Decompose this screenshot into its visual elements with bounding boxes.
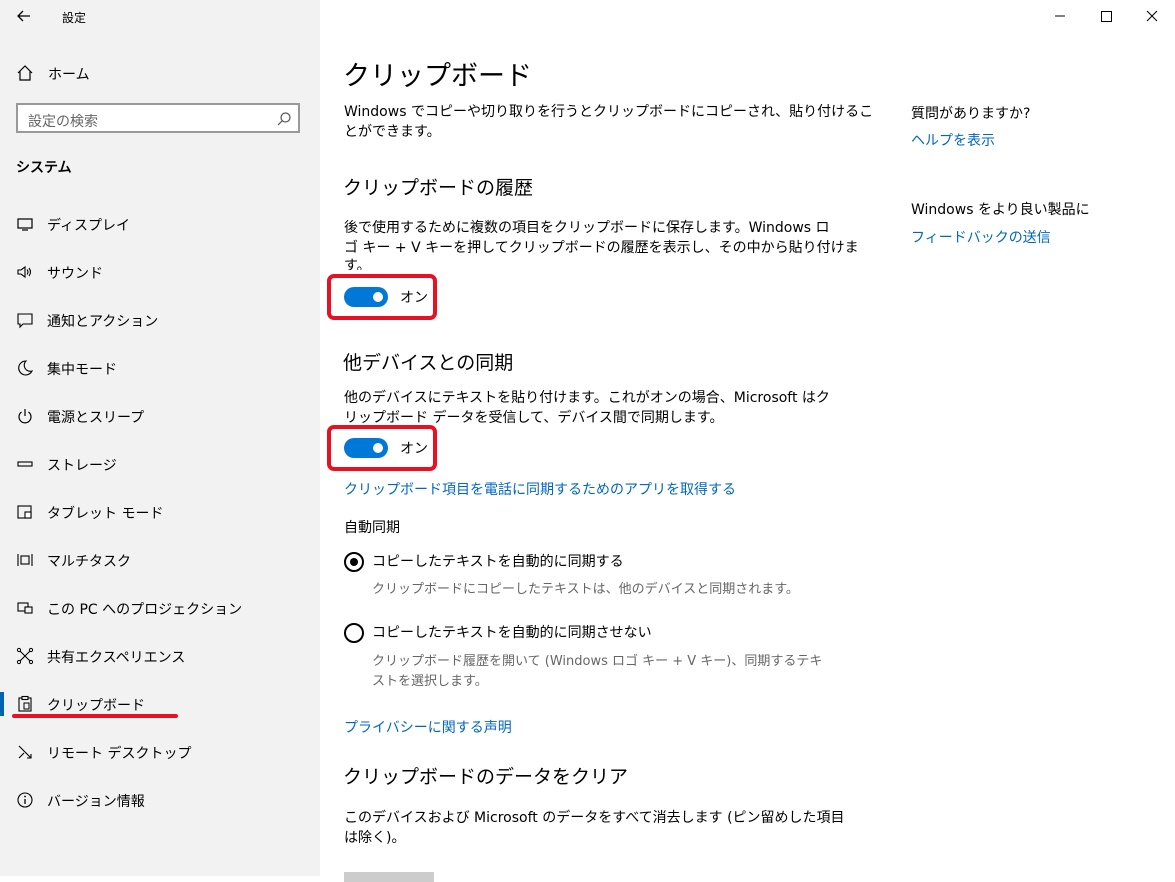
sidebar: 設定 ホーム 設定の検索 システム ディスプレイ サウンド 通知とアクション 集… bbox=[0, 0, 320, 876]
title-bar: 設定 bbox=[0, 0, 320, 32]
help-link[interactable]: ヘルプを表示 bbox=[911, 130, 995, 150]
history-desc-3: す。 bbox=[344, 258, 371, 270]
nav-home[interactable]: ホーム bbox=[0, 58, 320, 88]
sidebar-item-label: タブレット モード bbox=[47, 506, 164, 522]
sidebar-item-storage[interactable]: ストレージ bbox=[0, 444, 320, 484]
sidebar-item-multitask[interactable]: マルチタスク bbox=[0, 540, 320, 580]
toggle-knob bbox=[373, 292, 383, 302]
sidebar-item-tablet[interactable]: タブレット モード bbox=[0, 492, 320, 532]
sidebar-item-focus[interactable]: 集中モード bbox=[0, 348, 320, 388]
clear-heading: クリップボードのデータをクリア bbox=[343, 766, 629, 788]
clipboard-icon bbox=[16, 695, 34, 713]
sync-toggle[interactable] bbox=[344, 438, 388, 458]
sidebar-item-label: 共有エクスペリエンス bbox=[47, 650, 186, 666]
sync-toggle-label: オン bbox=[400, 441, 428, 457]
radio-auto-sync[interactable] bbox=[344, 552, 364, 572]
sidebar-item-label: リモート デスクトップ bbox=[47, 746, 192, 762]
radio-auto-sync-desc: クリップボードにコピーしたテキストは、他のデバイスと同期されます。 bbox=[372, 582, 799, 597]
section-title: システム bbox=[16, 160, 72, 176]
auto-sync-label: 自動同期 bbox=[344, 520, 400, 536]
sync-desc-1: 他のデバイスにテキストを貼り付けます。これがオンの場合、Microsoft はク bbox=[344, 390, 830, 406]
back-arrow-icon bbox=[17, 10, 30, 22]
nav-home-label: ホーム bbox=[48, 67, 90, 83]
toggle-knob bbox=[373, 443, 383, 453]
sidebar-item-label: 通知とアクション bbox=[47, 314, 159, 330]
tablet-icon bbox=[16, 503, 34, 521]
radio-auto-sync-label[interactable]: コピーしたテキストを自動的に同期する bbox=[372, 552, 624, 572]
display-icon bbox=[16, 215, 34, 233]
highlight-underline bbox=[12, 714, 178, 718]
main-content: クリップボード Windows でコピーや切り取りを行うとクリップボードにコピー… bbox=[320, 0, 1175, 882]
remote-desktop-icon bbox=[16, 743, 34, 761]
sidebar-item-display[interactable]: ディスプレイ bbox=[0, 204, 320, 244]
sidebar-item-label: バージョン情報 bbox=[47, 794, 145, 810]
history-toggle[interactable] bbox=[344, 287, 388, 307]
search-input[interactable]: 設定の検索 bbox=[16, 103, 300, 133]
storage-icon bbox=[16, 455, 34, 473]
home-icon bbox=[16, 64, 34, 82]
sidebar-item-clipboard[interactable]: クリップボード bbox=[0, 684, 320, 724]
sidebar-item-sound[interactable]: サウンド bbox=[0, 252, 320, 292]
history-desc-2: ゴ キー + V キーを押してクリップボードの履歴を表示し、その中から貼り付けま bbox=[344, 240, 859, 256]
history-heading: クリップボードの履歴 bbox=[343, 177, 534, 199]
projection-icon bbox=[16, 599, 34, 617]
radio-dot bbox=[350, 558, 358, 566]
sidebar-item-label: 集中モード bbox=[47, 362, 117, 378]
sidebar-item-about[interactable]: バージョン情報 bbox=[0, 780, 320, 820]
app-title: 設定 bbox=[62, 11, 87, 25]
privacy-link[interactable]: プライバシーに関する声明 bbox=[344, 717, 512, 737]
sidebar-item-label: サウンド bbox=[47, 266, 103, 282]
moon-icon bbox=[16, 359, 34, 377]
sync-heading: 他デバイスとの同期 bbox=[343, 352, 514, 374]
sidebar-item-label: この PC へのプロジェクション bbox=[47, 602, 243, 618]
search-placeholder: 設定の検索 bbox=[28, 114, 98, 130]
help-question: 質問がありますか? bbox=[911, 106, 1031, 122]
speaker-icon bbox=[16, 263, 34, 281]
sidebar-item-label: ディスプレイ bbox=[47, 218, 131, 234]
clear-desc-1: このデバイスおよび Microsoft のデータをすべて消去します (ピン留めし… bbox=[344, 810, 845, 826]
feedback-link[interactable]: フィードバックの送信 bbox=[911, 227, 1051, 247]
back-button[interactable] bbox=[14, 6, 34, 26]
history-desc-1: 後で使用するために複数の項目をクリップボードに保存します。Windows ロ bbox=[344, 220, 830, 236]
get-app-link[interactable]: クリップボード項目を電話に同期するためのアプリを取得する bbox=[344, 479, 736, 499]
sidebar-item-notifications[interactable]: 通知とアクション bbox=[0, 300, 320, 340]
share-icon bbox=[16, 647, 34, 665]
sidebar-item-projection[interactable]: この PC へのプロジェクション bbox=[0, 588, 320, 628]
radio-no-auto-sync-desc-1: クリップボード履歴を開いて (Windows ロゴ キー + V キー)、同期す… bbox=[372, 654, 823, 669]
multitask-icon bbox=[16, 551, 34, 569]
power-icon bbox=[16, 407, 34, 425]
sidebar-item-label: マルチタスク bbox=[47, 554, 131, 570]
selection-indicator bbox=[0, 692, 4, 716]
radio-no-auto-sync[interactable] bbox=[344, 623, 364, 643]
sidebar-item-remote-desktop[interactable]: リモート デスクトップ bbox=[0, 732, 320, 772]
history-toggle-label: オン bbox=[400, 290, 428, 306]
info-icon bbox=[16, 791, 34, 809]
sidebar-item-shared[interactable]: 共有エクスペリエンス bbox=[0, 636, 320, 676]
radio-no-auto-sync-label[interactable]: コピーしたテキストを自動的に同期させない bbox=[372, 623, 652, 643]
feedback-text: Windows をより良い製品に bbox=[911, 202, 1090, 218]
radio-no-auto-sync-desc-2: ストを選択します。 bbox=[372, 674, 488, 689]
search-icon[interactable] bbox=[276, 111, 292, 127]
intro-line-1: Windows でコピーや切り取りを行うとクリップボードにコピーされ、貼り付ける… bbox=[344, 104, 874, 120]
page-title: クリップボード bbox=[343, 61, 532, 92]
notification-icon bbox=[16, 311, 34, 329]
sidebar-item-label: 電源とスリープ bbox=[47, 410, 145, 426]
intro-line-2: とができます。 bbox=[344, 124, 441, 140]
sidebar-item-label: ストレージ bbox=[47, 458, 117, 474]
sidebar-item-label: クリップボード bbox=[47, 698, 145, 714]
clear-desc-2: は除く)。 bbox=[344, 830, 406, 846]
sidebar-item-power[interactable]: 電源とスリープ bbox=[0, 396, 320, 436]
clear-button[interactable] bbox=[344, 872, 434, 882]
